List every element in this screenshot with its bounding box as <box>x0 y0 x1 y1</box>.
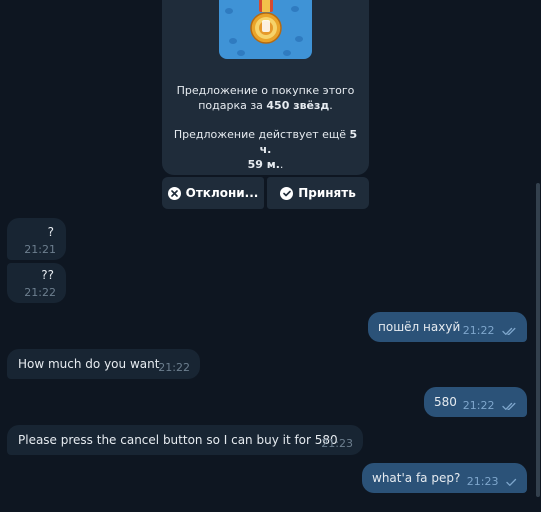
decline-button[interactable]: Отклони... <box>162 177 264 209</box>
message-bubble-outgoing[interactable]: what'a fa pep? 21:23 <box>362 463 527 493</box>
offer-price-suffix: . <box>329 99 333 112</box>
message-bubble-outgoing[interactable]: пошёл нахуй 21:22 <box>368 312 527 342</box>
offer-description: Предложение о покупке этого подарка за 4… <box>170 83 361 113</box>
decline-label: Отклони... <box>185 186 259 200</box>
message-meta: 21:23 <box>467 474 517 490</box>
offer-price: 450 звёзд <box>266 99 330 112</box>
message-text: ? <box>47 225 54 239</box>
chat-history[interactable]: Предложение о покупке этого подарка за 4… <box>0 0 541 512</box>
message-time: 21:22 <box>158 361 190 374</box>
gift-image[interactable] <box>219 0 312 59</box>
pattern-dot <box>295 36 303 42</box>
validity-minutes: 59 м. <box>247 158 280 171</box>
pattern-dot <box>291 6 299 12</box>
message-meta: 21:22 <box>463 323 517 339</box>
close-circle-icon <box>167 186 181 200</box>
offer-line-4: 59 м.. <box>170 157 361 172</box>
double-check-icon <box>502 327 516 335</box>
accept-label: Принять <box>298 186 356 200</box>
validity-suffix: . <box>279 158 284 171</box>
offer-validity: Предложение действует ещё 5 ч. 59 м.. <box>170 127 361 172</box>
message-time: 21:22 <box>462 399 495 412</box>
offer-line-3: Предложение действует ещё 5 ч. <box>170 127 361 157</box>
offer-actions: Отклони... Принять <box>162 177 369 209</box>
message-time: 21:23 <box>321 437 353 450</box>
pattern-dot <box>283 50 291 56</box>
pattern-dot <box>225 8 233 14</box>
double-check-icon <box>502 402 516 410</box>
offer-line-2: подарка за 450 звёзд. <box>170 98 361 113</box>
message-text: 580 <box>434 395 457 409</box>
message-bubble-outgoing[interactable]: 580 21:22 <box>424 387 527 417</box>
message-time: 21:22 <box>462 324 495 337</box>
message-time: 21:23 <box>466 475 499 488</box>
validity-prefix: Предложение действует ещё <box>173 128 350 141</box>
pattern-dot <box>237 50 245 56</box>
message-time: 21:22 <box>24 286 56 299</box>
pattern-dot <box>229 38 237 44</box>
message-text: Please press the cancel button so I can … <box>18 433 338 447</box>
check-circle-icon <box>280 186 294 200</box>
accept-button[interactable]: Принять <box>267 177 369 209</box>
gift-offer-card: Предложение о покупке этого подарка за 4… <box>162 0 369 175</box>
message-bubble-incoming[interactable]: Please press the cancel button so I can … <box>7 425 363 455</box>
message-meta: 21:22 <box>463 398 517 414</box>
offer-price-prefix: подарка за <box>198 99 267 112</box>
medal-icon <box>250 0 282 44</box>
message-text: How much do you want <box>18 357 160 371</box>
message-time: 21:21 <box>24 243 56 256</box>
single-check-icon <box>506 478 517 486</box>
scrollbar[interactable] <box>536 183 540 497</box>
message-bubble-incoming[interactable]: ? 21:21 <box>7 218 66 260</box>
message-text: ?? <box>41 268 54 282</box>
message-text: what'a fa pep? <box>372 471 461 485</box>
message-bubble-incoming[interactable]: How much do you want 21:22 <box>7 349 200 379</box>
offer-line-1: Предложение о покупке этого <box>176 84 355 97</box>
message-text: пошёл нахуй <box>378 320 461 334</box>
message-bubble-incoming[interactable]: ?? 21:22 <box>7 263 66 303</box>
